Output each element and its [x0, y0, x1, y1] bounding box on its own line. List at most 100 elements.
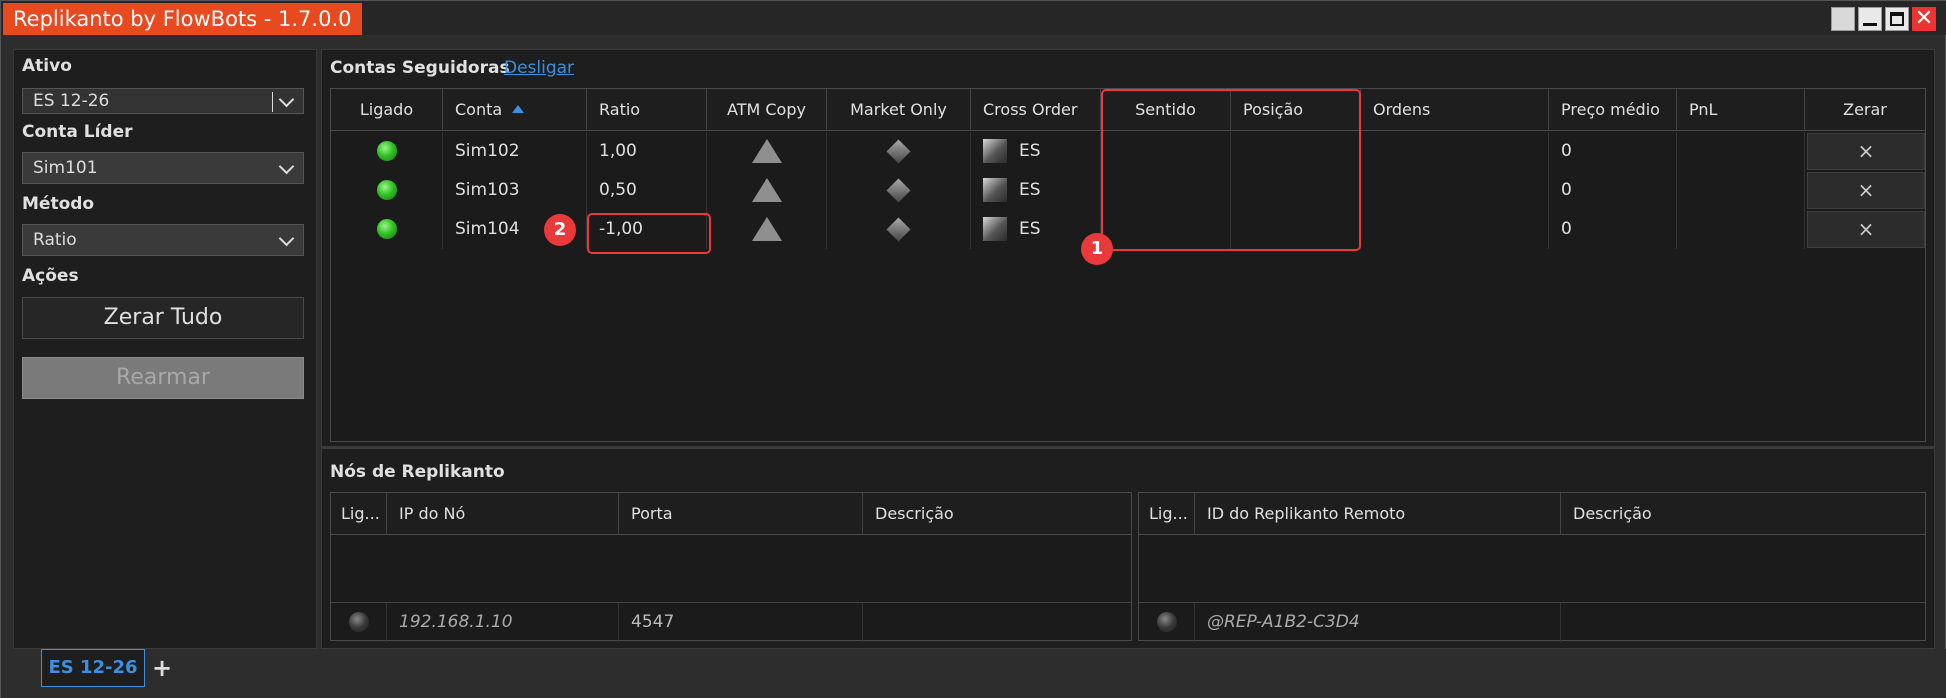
conta-lider-label: Conta Líder: [22, 122, 133, 142]
minimize-button[interactable]: [1858, 7, 1882, 31]
led-on-icon: [376, 219, 397, 239]
col-lig[interactable]: Lig...: [331, 493, 387, 535]
col-market-only[interactable]: Market Only: [827, 89, 971, 131]
conta-lider-select[interactable]: Sim101: [22, 152, 304, 184]
conta-cell: Sim102: [443, 132, 587, 171]
descricao-cell[interactable]: [863, 603, 1131, 642]
col-preco-medio[interactable]: Preço médio: [1549, 89, 1677, 131]
table-header: Lig... IP do Nó Porta Descrição: [331, 493, 1131, 535]
ip-cell[interactable]: 192.168.1.10: [387, 603, 619, 642]
triangle-up-icon: [751, 178, 782, 202]
preco-medio-cell: 0: [1549, 132, 1677, 171]
ativo-value: ES 12-26: [33, 91, 110, 111]
sort-asc-icon: [512, 105, 525, 113]
col-ip[interactable]: IP do Nó: [387, 493, 619, 535]
col-zerar[interactable]: Zerar: [1805, 89, 1925, 131]
tab-es-12-26[interactable]: ES 12-26: [41, 649, 145, 687]
acoes-label: Ações: [22, 266, 79, 286]
checkbox-square-icon: [983, 139, 1007, 163]
col-ratio[interactable]: Ratio: [587, 89, 707, 131]
market-only-cell[interactable]: [827, 210, 971, 249]
minimize-icon: [1863, 23, 1877, 26]
zerar-tudo-button[interactable]: Zerar Tudo: [22, 297, 304, 339]
add-tab-button[interactable]: +: [151, 655, 173, 681]
led-on-icon: [376, 141, 397, 161]
col-descricao[interactable]: Descrição: [863, 493, 1131, 535]
settings-window-button[interactable]: [1831, 7, 1855, 31]
desligar-link[interactable]: Desligar: [504, 58, 574, 78]
col-lig[interactable]: Lig...: [1139, 493, 1195, 535]
descricao-cell[interactable]: [1561, 603, 1925, 642]
nos-table-local: Lig... IP do Nó Porta Descrição 192.168.…: [330, 492, 1132, 642]
ligado-cell[interactable]: [331, 132, 443, 171]
table-row[interactable]: @REP-A1B2-C3D4: [1139, 602, 1925, 642]
porta-cell[interactable]: 4547: [619, 603, 863, 642]
panel-splitter[interactable]: [321, 446, 1935, 449]
col-conta-label: Conta: [455, 100, 503, 119]
col-pnl[interactable]: PnL: [1677, 89, 1805, 131]
col-cross-order[interactable]: Cross Order: [971, 89, 1101, 131]
maximize-icon: [1890, 12, 1904, 26]
left-panel: Ativo ES 12-26 Conta Líder Sim101 Método…: [13, 49, 317, 649]
seguidoras-title: Contas Seguidoras: [330, 58, 510, 78]
ordens-cell: [1361, 171, 1549, 210]
lig-cell[interactable]: [1139, 603, 1195, 642]
zerar-button[interactable]: ×: [1807, 133, 1925, 170]
close-button[interactable]: ✕: [1912, 6, 1936, 31]
metodo-select[interactable]: Ratio: [22, 224, 304, 256]
ordens-cell: [1361, 210, 1549, 249]
maximize-button[interactable]: [1885, 7, 1909, 31]
cross-order-cell[interactable]: ES: [971, 132, 1101, 171]
nos-table-remote: Lig... ID do Replikanto Remoto Descrição…: [1138, 492, 1926, 642]
conta-cell: Sim103: [443, 171, 587, 210]
preco-medio-cell: 0: [1549, 171, 1677, 210]
atm-copy-cell[interactable]: [707, 171, 827, 210]
main-panel: Contas Seguidoras Desligar Ligado Conta …: [321, 49, 1935, 649]
col-ligado[interactable]: Ligado: [331, 89, 443, 131]
col-descricao[interactable]: Descrição: [1561, 493, 1925, 535]
atm-copy-cell[interactable]: [707, 132, 827, 171]
title-bar: Replikanto by FlowBots - 1.7.0.0 ✕: [1, 1, 1946, 35]
led-off-icon: [1156, 612, 1177, 632]
checkbox-square-icon: [983, 217, 1007, 241]
ratio-cell[interactable]: 1,00: [587, 132, 707, 171]
table-row[interactable]: 192.168.1.10 4547: [331, 602, 1131, 642]
cross-order-cell[interactable]: ES: [971, 171, 1101, 210]
ligado-cell[interactable]: [331, 171, 443, 210]
diamond-icon: [886, 216, 911, 242]
app-window: Replikanto by FlowBots - 1.7.0.0 ✕ Ativo…: [0, 0, 1946, 698]
atm-copy-cell[interactable]: [707, 210, 827, 249]
conta-lider-value: Sim101: [33, 158, 98, 178]
metodo-label: Método: [22, 194, 95, 214]
annotation-box-ratio: [587, 213, 711, 254]
ativo-select[interactable]: ES 12-26: [22, 88, 304, 114]
lig-cell[interactable]: [331, 603, 387, 642]
col-porta[interactable]: Porta: [619, 493, 863, 535]
diamond-icon: [886, 138, 911, 164]
ordens-cell: [1361, 132, 1549, 171]
ligado-cell[interactable]: [331, 210, 443, 249]
ativo-label: Ativo: [22, 56, 72, 76]
col-id-remoto[interactable]: ID do Replikanto Remoto: [1195, 493, 1561, 535]
led-on-icon: [376, 180, 397, 200]
rearmar-button[interactable]: Rearmar: [22, 357, 304, 399]
triangle-up-icon: [751, 139, 782, 163]
market-only-cell[interactable]: [827, 171, 971, 210]
col-conta[interactable]: Conta: [443, 89, 587, 131]
annotation-box-sentido-posicao: [1101, 89, 1361, 251]
zerar-button[interactable]: ×: [1807, 172, 1925, 209]
zerar-button[interactable]: ×: [1807, 211, 1925, 248]
col-ordens[interactable]: Ordens: [1361, 89, 1549, 131]
triangle-up-icon: [751, 217, 782, 241]
checkbox-square-icon: [983, 178, 1007, 202]
market-only-cell[interactable]: [827, 132, 971, 171]
chevron-down-icon: [277, 153, 297, 183]
cross-order-value: ES: [1019, 219, 1041, 239]
metodo-value: Ratio: [33, 230, 77, 250]
id-remoto-cell[interactable]: @REP-A1B2-C3D4: [1195, 603, 1561, 642]
diamond-icon: [886, 177, 911, 203]
tab-strip: ES 12-26 +: [1, 649, 1946, 698]
ratio-cell[interactable]: 0,50: [587, 171, 707, 210]
annotation-badge-1: 1: [1081, 233, 1113, 265]
col-atm-copy[interactable]: ATM Copy: [707, 89, 827, 131]
